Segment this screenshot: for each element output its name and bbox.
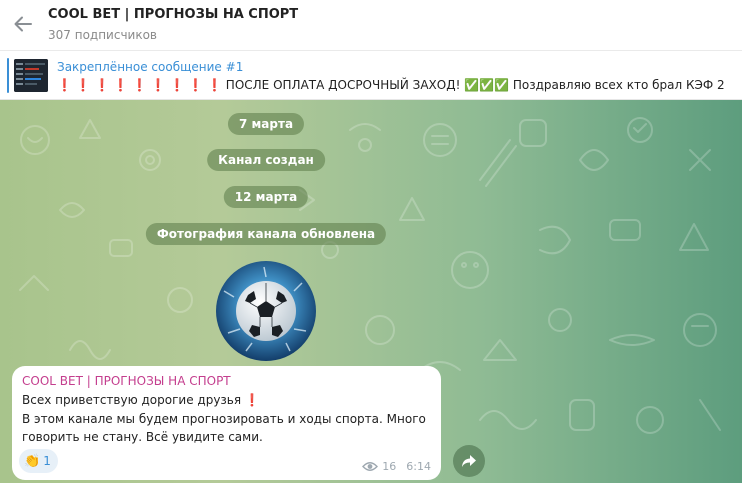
post-text-line: говорить не стану. Всё увидите сами. <box>22 430 263 444</box>
date-separator: 12 марта <box>223 186 309 208</box>
view-count: 16 <box>382 460 397 473</box>
pinned-message-bar[interactable]: Закреплённое сообщение #1 ❗ ❗ ❗ ❗ ❗ ❗ ❗ … <box>0 50 742 100</box>
date-separator: 7 марта <box>227 113 305 135</box>
pinned-text[interactable]: ❗ ❗ ❗ ❗ ❗ ❗ ❗ ❗ ❗ ПОСЛЕ ОПЛАТА ДОСРОЧНЫЙ… <box>57 78 725 92</box>
channel-post[interactable]: COOL BET | ПРОГНОЗЫ НА СПОРТ Всех привет… <box>12 366 441 480</box>
share-arrow-icon <box>462 455 476 467</box>
reaction-clap[interactable]: 👏 1 <box>19 449 58 473</box>
post-author[interactable]: COOL BET | ПРОГНОЗЫ НА СПОРТ <box>22 374 231 388</box>
post-meta: 16 6:14 <box>362 460 431 473</box>
channel-photo[interactable] <box>216 261 316 361</box>
channel-title[interactable]: COOL BET | ПРОГНОЗЫ НА СПОРТ <box>48 7 298 22</box>
post-text-line: В этом канале мы будем прогнозировать и … <box>22 412 426 426</box>
subscriber-count: 307 подписчиков <box>48 28 157 42</box>
post-time: 6:14 <box>406 460 431 473</box>
share-button[interactable] <box>453 445 485 477</box>
post-text-line: Всех приветствую дорогие друзья ❗ <box>22 393 260 407</box>
arrow-left-icon[interactable] <box>12 13 34 35</box>
reaction-count: 1 <box>43 454 51 468</box>
chat-header: COOL BET | ПРОГНОЗЫ НА СПОРТ 307 подписч… <box>0 0 742 50</box>
pinned-indicator <box>7 58 9 93</box>
pinned-thumbnail <box>14 59 48 92</box>
service-message-channel-created: Канал создан <box>207 149 325 171</box>
pinned-title[interactable]: Закреплённое сообщение #1 <box>57 60 243 74</box>
chat-area[interactable]: 7 марта Канал создан 12 марта Фотография… <box>0 100 742 483</box>
eye-icon <box>362 462 379 471</box>
service-message-photo-updated: Фотография канала обновлена <box>145 223 387 245</box>
clap-icon: 👏 <box>24 453 41 469</box>
